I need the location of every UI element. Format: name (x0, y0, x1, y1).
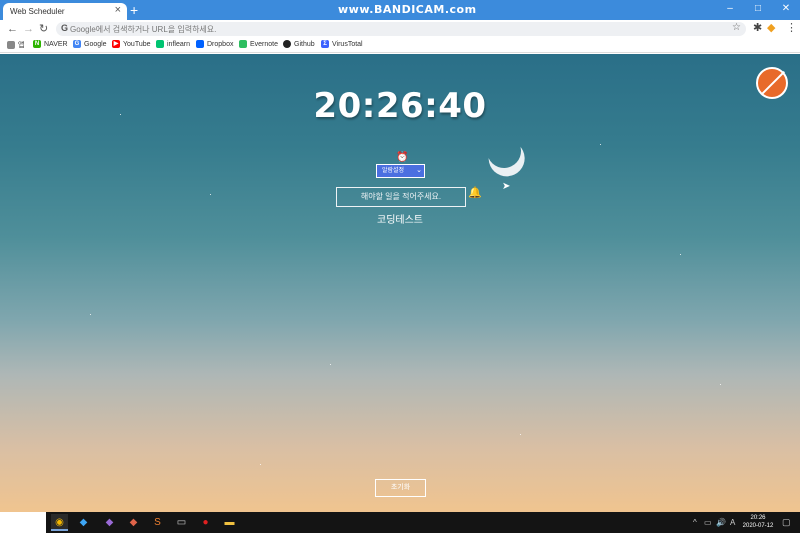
reload-button[interactable]: ↻ (39, 22, 48, 36)
extension-icon[interactable]: ◆ (767, 22, 775, 35)
bookmark-naver[interactable]: N NAVER (33, 40, 68, 48)
omnibox-input[interactable]: Google에서 검색하거나 URL을 입력하세요. (70, 24, 216, 35)
bookmark-inflearn[interactable]: inflearn (156, 40, 190, 48)
chevron-down-icon: ⌄ (416, 167, 422, 174)
apps-grid-icon (7, 41, 15, 49)
google-icon: G (61, 23, 69, 33)
todo-input[interactable]: 해야할 일을 적어주세요. (336, 187, 466, 207)
network-icon[interactable]: ▭ (704, 518, 712, 527)
bandicam-watermark: www.BANDICAM.com (338, 3, 477, 16)
bookmark-dropbox[interactable]: Dropbox (196, 40, 233, 48)
windows-taskbar: ◉ ◆ ◆ ◆ S ▭ ● ▬ ^ ▭ 🔊 A 20:26 2020-07-12… (0, 512, 800, 533)
tab-close-icon[interactable]: × (115, 5, 121, 16)
alarm-select-value: 알람설정 (382, 168, 405, 174)
taskbar-search-box[interactable] (0, 512, 46, 533)
bookmark-evernote[interactable]: Evernote (239, 40, 278, 48)
taskbar-clock[interactable]: 20:26 2020-07-12 (742, 514, 774, 530)
youtube-icon: ▶ (112, 40, 120, 48)
alarm-select[interactable]: 알람설정 ⌄ (376, 164, 425, 178)
file-explorer-taskbar-icon[interactable]: ▬ (221, 514, 238, 531)
taskbar-time: 20:26 (750, 515, 766, 521)
maximize-button[interactable]: □ (744, 0, 772, 20)
reset-button[interactable]: 초기화 (375, 479, 426, 497)
web-scheduler-page: 20:26:40 ⏰ 알람설정 ⌄ 해야할 일을 적어주세요. 🔔 ➤ 코딩테스… (0, 54, 800, 512)
browser-titlebar: Web Scheduler × + www.BANDICAM.com – □ ✕ (0, 0, 800, 20)
google-icon: G (73, 40, 81, 48)
bookmark-youtube[interactable]: ▶ YouTube (112, 40, 151, 48)
bookmark-virustotal[interactable]: Σ VirusTotal (321, 40, 363, 48)
tab-web-scheduler[interactable]: Web Scheduler × (3, 3, 127, 20)
terminal-taskbar-icon[interactable]: ▭ (173, 514, 190, 531)
bookmarks-bar: 앱 N NAVER G Google ▶ YouTube inflearn Dropb… (0, 38, 800, 53)
virustotal-icon: Σ (321, 40, 329, 48)
inflearn-icon (156, 40, 164, 48)
bookmark-google[interactable]: G Google (73, 40, 107, 48)
crescent-moon-icon (482, 129, 526, 173)
taskbar-date: 2020-07-12 (742, 523, 774, 529)
minimize-button[interactable]: – (716, 0, 744, 20)
browser-toolbar: ← → ↻ G Google에서 검색하거나 URL을 입력하세요. ☆ (0, 20, 800, 38)
alarm-clock-icon: ⏰ (396, 152, 409, 163)
bell-icon[interactable]: 🔔 (468, 187, 482, 199)
bookmark-github[interactable]: Github (283, 40, 315, 48)
omnibox[interactable]: G Google에서 검색하거나 URL을 입력하세요. ☆ (56, 22, 746, 36)
visual-studio-taskbar-icon[interactable]: ◆ (101, 514, 118, 531)
git-taskbar-icon[interactable]: ◆ (125, 514, 142, 531)
clock-display: 20:26:40 (313, 86, 487, 126)
language-icon[interactable]: A (730, 518, 735, 527)
tray-chevron-icon[interactable]: ^ (693, 518, 697, 527)
github-icon (283, 40, 291, 48)
new-tab-button[interactable]: + (130, 3, 138, 17)
notification-icon[interactable]: ▢ (782, 517, 791, 528)
back-button[interactable]: ← (7, 22, 18, 36)
volume-icon[interactable]: 🔊 (716, 518, 726, 527)
close-window-button[interactable]: ✕ (772, 0, 800, 20)
vscode-taskbar-icon[interactable]: ◆ (75, 514, 92, 531)
extensions-puzzle-icon[interactable]: ✱ (753, 22, 762, 35)
menu-kebab-icon[interactable]: ⋮ (786, 22, 797, 35)
todo-item[interactable]: 코딩테스트 (0, 211, 800, 226)
dropbox-icon (196, 40, 204, 48)
chrome-taskbar-icon[interactable]: ◉ (51, 514, 68, 531)
bookmark-star-icon[interactable]: ☆ (732, 22, 741, 33)
mouse-cursor-icon: ➤ (502, 181, 511, 192)
bookmark-apps[interactable]: 앱 (7, 40, 24, 50)
tab-title: Web Scheduler (10, 7, 65, 16)
bandicam-record-taskbar-icon[interactable]: ● (197, 514, 214, 531)
evernote-icon (239, 40, 247, 48)
forward-button[interactable]: → (23, 22, 34, 36)
naver-icon: N (33, 40, 41, 48)
sublime-taskbar-icon[interactable]: S (149, 514, 166, 531)
